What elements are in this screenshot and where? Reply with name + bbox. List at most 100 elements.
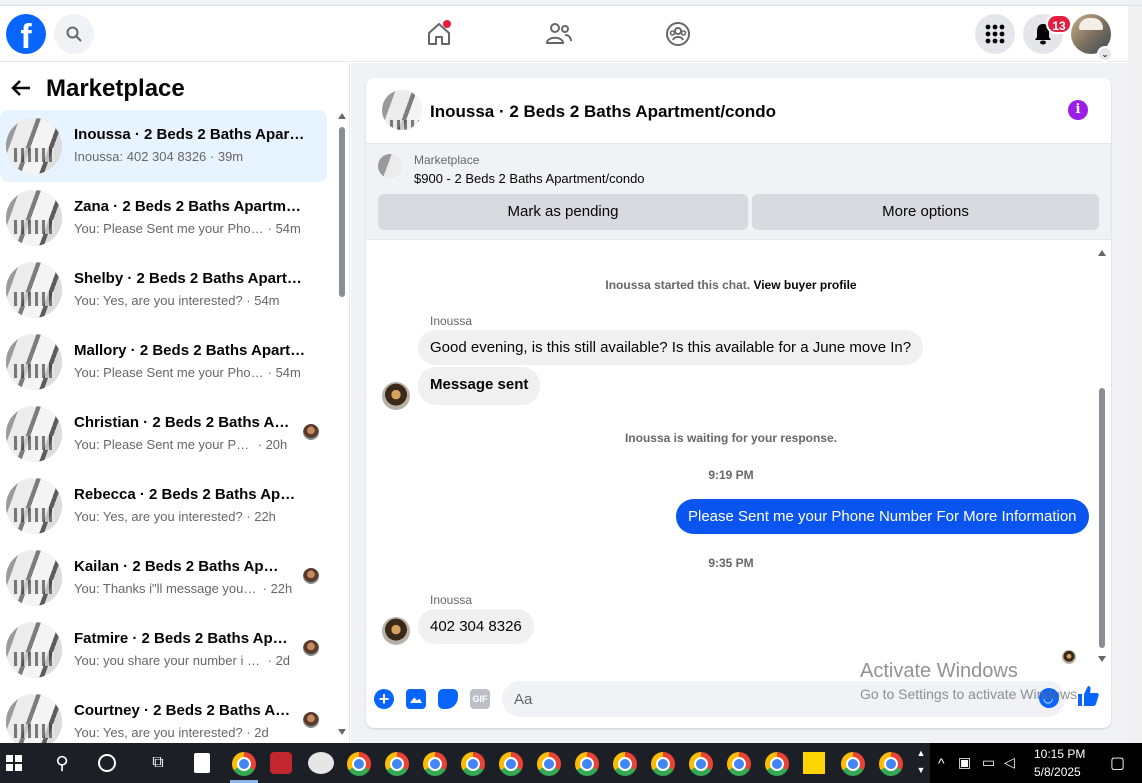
conversation-snippet: You: Yes, are you interested? · 54m <box>74 293 280 308</box>
sender-avatar[interactable] <box>382 382 410 410</box>
taskbar-scroll-arrows[interactable]: ▲ ▼ <box>914 745 928 779</box>
mark-as-pending-button[interactable]: Mark as pending <box>378 194 748 230</box>
chat-scrollbar[interactable] <box>1097 248 1107 668</box>
activate-windows-watermark: Activate Windows Go to Settings to activ… <box>860 660 1081 702</box>
conversation-item[interactable]: Shelby · 2 Beds 2 Baths Apartment/condo … <box>0 254 327 326</box>
task-view-icon[interactable]: ⧉ <box>146 751 170 775</box>
sidebar-scroll-thumb[interactable] <box>339 127 345 297</box>
listing-banner: Marketplace $900 - 2 Beds 2 Baths Apartm… <box>366 144 1111 240</box>
chrome-icon[interactable] <box>575 752 599 776</box>
grid-menu-icon <box>985 24 1005 44</box>
windows-start-icon[interactable] <box>6 755 22 771</box>
seen-avatar <box>303 640 319 656</box>
home-tab[interactable] <box>423 18 455 50</box>
friends-tab[interactable] <box>543 18 575 50</box>
sender-avatar[interactable] <box>382 617 410 645</box>
friends-icon <box>545 23 572 44</box>
sidebar-title: Marketplace <box>46 75 185 102</box>
outgoing-message[interactable]: Please Sent me your Phone Number For Mor… <box>676 499 1089 534</box>
scroll-down-icon[interactable] <box>1098 656 1106 662</box>
conversation-item[interactable]: Kailan · 2 Beds 2 Baths Apartment/condo … <box>0 542 327 614</box>
listing-label: Marketplace <box>414 153 480 167</box>
chrome-icon[interactable] <box>385 752 409 776</box>
plus-icon[interactable]: + <box>374 689 394 709</box>
sticky-notes-icon[interactable] <box>803 752 825 774</box>
conversation-name: Rebecca · 2 Beds 2 Baths Apartment/condo <box>74 486 296 503</box>
groups-tab[interactable] <box>662 18 694 50</box>
conversation-snippet: You: Yes, are you interested? · 22h <box>74 509 276 524</box>
listing-thumbnail <box>6 262 62 318</box>
gif-icon[interactable]: GIF <box>470 689 490 709</box>
chat-title[interactable]: Inoussa · 2 Beds 2 Baths Apartment/condo <box>430 102 776 122</box>
scroll-down-icon[interactable] <box>338 729 346 735</box>
chrome-icon[interactable] <box>499 752 523 776</box>
conversation-item[interactable]: Fatmire · 2 Beds 2 Baths Apartment/condo… <box>0 614 327 686</box>
chevron-up-icon[interactable]: ^ <box>938 755 945 771</box>
conversation-name: Mallory · 2 Beds 2 Baths Apartment/condo <box>74 342 308 359</box>
incoming-message[interactable]: Good evening, is this still available? I… <box>418 330 924 365</box>
listing-thumbnail <box>6 190 62 246</box>
listing-thumbnail <box>6 478 62 534</box>
conversation-name: Christian · 2 Beds 2 Baths Apartment/con… <box>74 414 294 431</box>
conversation-item[interactable]: Courtney · 2 Beds 2 Baths Apartment/cond… <box>0 686 327 743</box>
chrome-icon[interactable] <box>423 752 447 776</box>
app-icon[interactable] <box>270 752 292 774</box>
page-scrollbar[interactable] <box>1128 6 1142 743</box>
chrome-icon[interactable] <box>727 752 751 776</box>
network-icon[interactable]: ▣ <box>958 754 971 771</box>
chrome-icon[interactable] <box>347 752 371 776</box>
waiting-notice: Inoussa is waiting for your response. <box>624 431 838 445</box>
scroll-up-icon[interactable] <box>1098 250 1106 256</box>
volume-icon[interactable]: ◁ <box>1004 754 1015 771</box>
chrome-icon[interactable] <box>232 752 256 776</box>
chrome-icon[interactable] <box>613 752 637 776</box>
scroll-up-icon[interactable] <box>338 113 346 119</box>
groups-icon <box>666 22 690 46</box>
more-options-button[interactable]: More options <box>752 194 1099 230</box>
view-buyer-profile-link[interactable]: View buyer profile <box>753 278 856 292</box>
chrome-icon[interactable] <box>461 752 485 776</box>
sidebar-scrollbar[interactable] <box>337 111 347 741</box>
search-button[interactable] <box>54 14 94 54</box>
chrome-icon[interactable] <box>651 752 675 776</box>
app-icon[interactable] <box>308 752 334 774</box>
chat-scroll-thumb[interactable] <box>1099 388 1105 648</box>
conversation-snippet: You: Yes, are you interested? · 2d <box>74 725 269 740</box>
cortana-icon[interactable] <box>98 754 116 772</box>
sender-name: Inoussa <box>430 314 473 328</box>
top-nav: f 13 ⌄ <box>0 6 1128 62</box>
taskbar-time[interactable]: 10:15 PM <box>1034 747 1085 761</box>
timestamp: 9:35 PM <box>708 556 754 570</box>
taskbar-date[interactable]: 5/8/2025 <box>1034 765 1081 779</box>
incoming-message[interactable]: 402 304 8326 <box>418 609 534 644</box>
notification-center-icon[interactable]: ▢ <box>1110 753 1125 773</box>
conversation-item[interactable]: Zana · 2 Beds 2 Baths Apartment/condo Yo… <box>0 182 327 254</box>
conversation-name: Zana · 2 Beds 2 Baths Apartment/condo <box>74 198 308 215</box>
facebook-logo[interactable]: f <box>6 14 46 54</box>
listing-title[interactable]: $900 - 2 Beds 2 Baths Apartment/condo <box>414 171 645 186</box>
conversation-item[interactable]: Inoussa · 2 Beds 2 Baths Apartment/condo… <box>0 110 327 182</box>
photo-icon[interactable] <box>406 689 426 709</box>
back-arrow-icon[interactable] <box>10 77 34 101</box>
listing-small-thumbnail <box>378 154 402 178</box>
chrome-icon[interactable] <box>765 752 789 776</box>
sticker-icon[interactable] <box>438 689 458 709</box>
conversation-item[interactable]: Christian · 2 Beds 2 Baths Apartment/con… <box>0 398 327 470</box>
conversation-item[interactable]: Rebecca · 2 Beds 2 Baths Apartment/condo… <box>0 470 327 542</box>
listing-thumbnail <box>6 694 62 743</box>
chrome-icon[interactable] <box>537 752 561 776</box>
menu-button[interactable] <box>975 14 1015 54</box>
file-icon[interactable] <box>194 753 210 773</box>
info-icon[interactable]: i <box>1068 100 1088 120</box>
chat-listing-thumbnail[interactable] <box>382 90 422 130</box>
power-icon[interactable]: ▭ <box>982 754 995 771</box>
chrome-icon[interactable] <box>841 752 865 776</box>
taskbar-search-icon[interactable]: ⚲ <box>50 751 74 775</box>
chrome-icon[interactable] <box>879 752 903 776</box>
listing-thumbnail <box>6 550 62 606</box>
chrome-icon[interactable] <box>689 752 713 776</box>
conversation-item[interactable]: Mallory · 2 Beds 2 Baths Apartment/condo… <box>0 326 327 398</box>
incoming-message[interactable]: Message sent <box>418 367 541 405</box>
chat-window: Inoussa · 2 Beds 2 Baths Apartment/condo… <box>366 78 1111 728</box>
chevron-down-icon[interactable]: ⌄ <box>1097 46 1113 62</box>
